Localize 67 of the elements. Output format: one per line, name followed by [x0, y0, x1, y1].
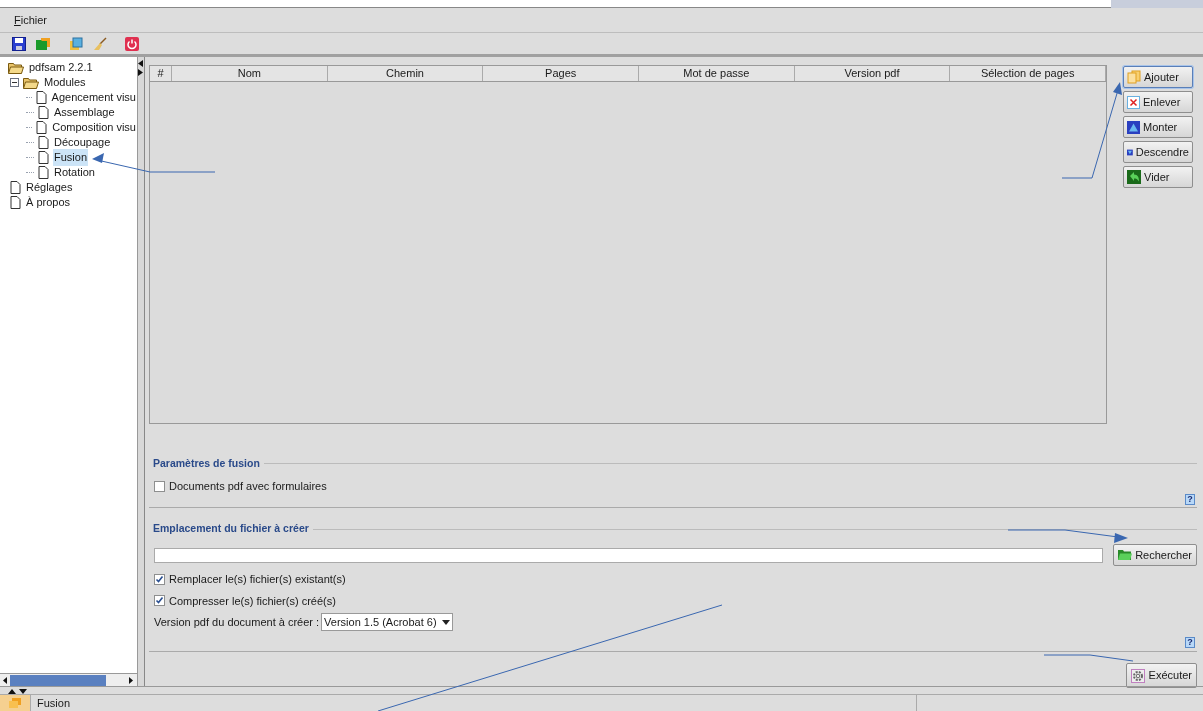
tree-item[interactable]: Modules	[43, 74, 87, 91]
column-header[interactable]: #	[150, 66, 172, 81]
split-arrows-icon	[138, 60, 143, 76]
browse-button[interactable]: Rechercher	[1113, 544, 1197, 566]
folder-icon	[1118, 549, 1133, 561]
up-triangle-icon	[1127, 120, 1140, 134]
minus-icon	[12, 82, 17, 83]
column-header[interactable]: Sélection de pages	[950, 66, 1107, 81]
group-title: Emplacement du fichier à créer	[152, 521, 309, 537]
side-button[interactable]: Enlever	[1123, 91, 1193, 113]
save-icon[interactable]	[12, 36, 26, 51]
tree-item[interactable]: À propos	[25, 194, 72, 211]
folder-icon	[8, 61, 24, 74]
document-icon	[36, 121, 48, 134]
destination-field[interactable]	[154, 547, 1104, 563]
group-title: Paramètres de fusion	[152, 456, 260, 471]
checkbox-label: Remplacer le(s) fichier(s) existant(s)	[169, 572, 346, 587]
folder-icon	[23, 76, 39, 89]
caret-icon	[441, 619, 450, 625]
menu-item[interactable]: Fichier	[14, 11, 48, 29]
document-icon	[10, 181, 21, 194]
tree-item[interactable]: Découpage	[53, 134, 112, 151]
help-icon[interactable]: ?	[1185, 494, 1195, 506]
document-icon	[38, 106, 49, 119]
tree-item[interactable]: Fusion	[53, 149, 89, 166]
pages-icon	[8, 697, 22, 709]
checkbox[interactable]	[154, 573, 165, 585]
column-header[interactable]: Version pdf	[794, 66, 951, 81]
tree-item[interactable]: pdfsam 2.2.1	[28, 59, 94, 76]
collapse-toggle[interactable]	[10, 78, 19, 87]
power-icon[interactable]	[125, 36, 139, 51]
document-icon	[38, 136, 49, 149]
tree-item[interactable]: Composition visu	[51, 119, 137, 136]
close-icon	[1127, 95, 1140, 109]
field-label: Version pdf du document à créer :	[154, 614, 320, 630]
checkbox-label: Compresser le(s) fichier(s) créé(s)	[169, 593, 336, 609]
side-button[interactable]: Descendre	[1123, 141, 1193, 163]
back-arrow-icon	[1127, 170, 1141, 184]
side-button[interactable]: Ajouter	[1123, 66, 1193, 88]
column-header[interactable]: Chemin	[327, 66, 484, 81]
checkbox[interactable]	[154, 595, 165, 607]
side-button[interactable]: Monter	[1123, 116, 1193, 138]
horizontal-scrollbar[interactable]	[0, 673, 137, 686]
folder-icon[interactable]	[36, 36, 51, 51]
help-icon[interactable]: ?	[1185, 637, 1195, 648]
column-header[interactable]: Nom	[172, 66, 328, 81]
tree-item[interactable]: Rotation	[53, 164, 96, 181]
document-icon	[38, 151, 49, 164]
tree-item[interactable]: Agencement visu	[50, 89, 137, 106]
column-header[interactable]: Pages	[483, 66, 639, 81]
tree-item[interactable]: Assemblage	[53, 104, 116, 121]
document-icon	[35, 91, 47, 104]
split-arrows-icon	[8, 687, 28, 694]
version-dropdown[interactable]: Version 1.5 (Acrobat 6)	[321, 613, 453, 631]
document-icon	[10, 196, 21, 209]
run-button[interactable]: Exécuter	[1125, 663, 1197, 688]
status-text: Fusion	[36, 695, 71, 711]
checkbox[interactable]	[154, 480, 165, 492]
tree-item[interactable]: Réglages	[25, 179, 74, 196]
layers-icon[interactable]	[69, 36, 83, 51]
document-icon	[38, 166, 49, 179]
broom-icon[interactable]	[93, 36, 107, 51]
column-header[interactable]: Mot de passe	[639, 66, 795, 81]
side-button[interactable]: Vider	[1123, 166, 1193, 188]
pages-icon	[1127, 70, 1141, 84]
checkbox-label: Documents pdf avec formulaires	[169, 478, 327, 494]
gear-icon	[1130, 668, 1145, 683]
